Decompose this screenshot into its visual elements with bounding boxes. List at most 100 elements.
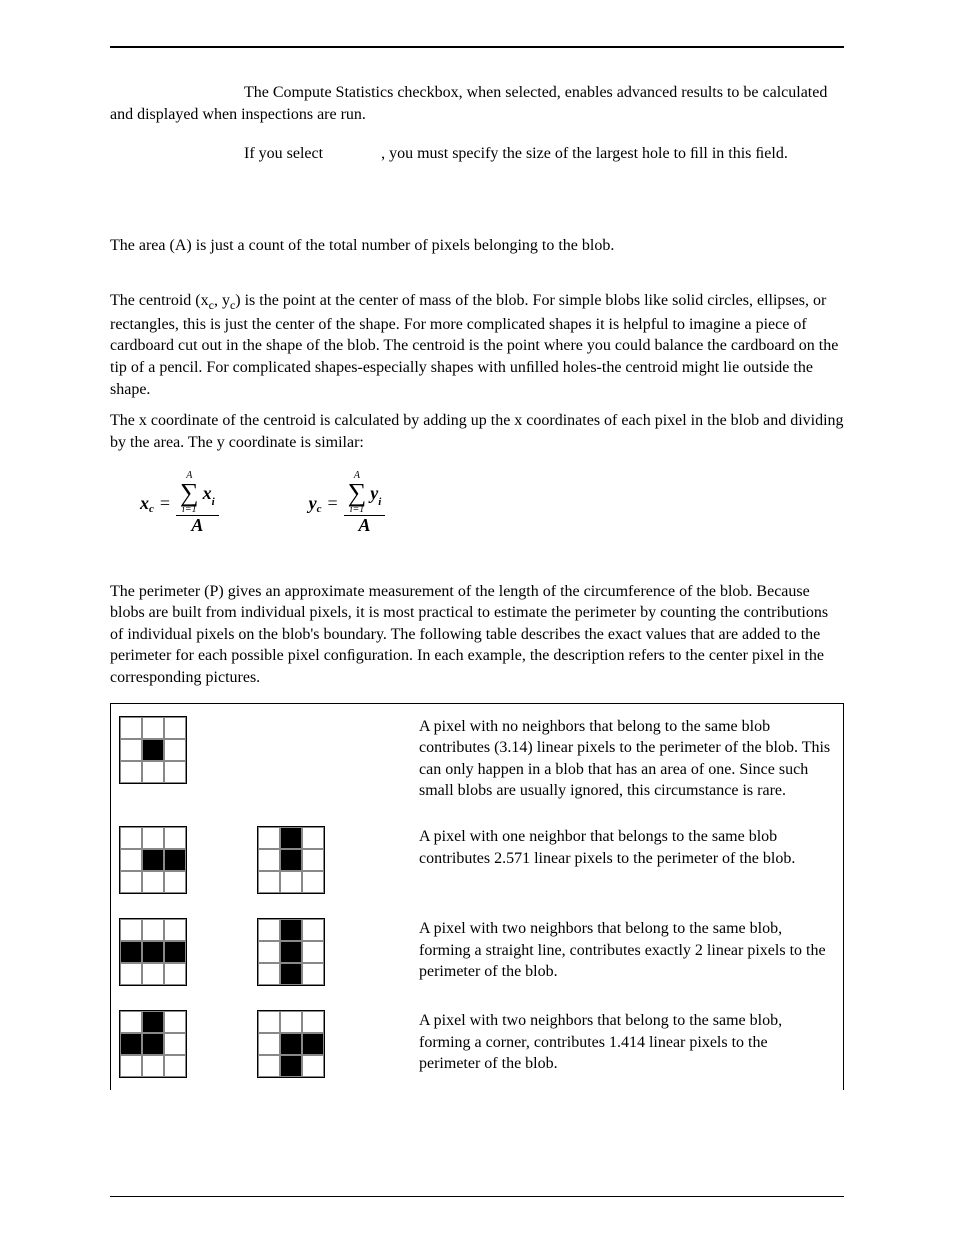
pixel-empty <box>120 919 142 941</box>
pixel-empty <box>258 963 280 985</box>
pixel-grid <box>119 918 187 986</box>
pixel-empty <box>258 871 280 893</box>
row-description: A pixel with two neighbors that belong t… <box>419 1010 835 1075</box>
pixel-empty <box>120 1011 142 1033</box>
eq-xi: x <box>203 483 212 503</box>
pixel-empty <box>258 1055 280 1077</box>
pixel-empty <box>164 761 186 783</box>
table-row: A pixel with two neighbors that belong t… <box>111 998 843 1090</box>
pixel-empty <box>302 871 324 893</box>
intro-paragraph-1: The Compute Statistics checkbox, when se… <box>110 82 844 125</box>
pixel-grid <box>119 1010 187 1078</box>
eq-sum-bot2: i=1 <box>350 505 365 515</box>
pixel-empty <box>280 871 302 893</box>
pixel-empty <box>142 963 164 985</box>
pixel-empty <box>258 849 280 871</box>
pixel-grid <box>257 918 325 986</box>
pixel-grid <box>119 716 187 784</box>
table-row: A pixel with two neighbors that belong t… <box>111 906 843 998</box>
pixel-empty <box>258 941 280 963</box>
pixel-filled <box>142 1033 164 1055</box>
pixel-empty <box>142 827 164 849</box>
centroid-paragraph-1: The centroid (xc, yc) is the point at th… <box>110 290 844 400</box>
intro-p2b: , you must specify the size of the large… <box>381 145 788 162</box>
pixel-empty <box>302 963 324 985</box>
pixel-filled <box>120 1033 142 1055</box>
pixel-empty <box>142 1055 164 1077</box>
eq-den-a: A <box>187 516 207 535</box>
perimeter-paragraph: The perimeter (P) gives an approximate m… <box>110 581 844 689</box>
pixel-empty <box>120 761 142 783</box>
eq-xc-sub: c <box>149 502 154 517</box>
pixel-empty <box>302 919 324 941</box>
pixel-empty <box>280 1011 302 1033</box>
perimeter-table: A pixel with no neighbors that belong to… <box>110 703 844 1090</box>
pixel-empty <box>164 871 186 893</box>
pixel-empty <box>164 963 186 985</box>
intro-p1-text: The Compute Statistics checkbox, when se… <box>110 84 827 123</box>
pixel-empty <box>142 761 164 783</box>
eq-yi-sub: i <box>378 496 381 508</box>
row-description: A pixel with two neighbors that belong t… <box>419 918 835 983</box>
pixel-filled <box>142 849 164 871</box>
pixel-empty <box>120 717 142 739</box>
grid-cell <box>119 1010 419 1078</box>
eq-yc-sub: c <box>317 502 322 517</box>
pixel-filled <box>120 941 142 963</box>
pixel-empty <box>302 849 324 871</box>
table-row: A pixel with no neighbors that belong to… <box>111 704 843 814</box>
eq-xi-sub: i <box>212 496 215 508</box>
pixel-empty <box>258 827 280 849</box>
pixel-empty <box>164 827 186 849</box>
row-description: A pixel with no neighbors that belong to… <box>419 716 835 802</box>
pixel-filled <box>280 941 302 963</box>
eq-yc: yc = A ∑ i=1 yi A <box>309 471 386 534</box>
eq-sum-bot: i=1 <box>182 505 197 515</box>
pixel-filled <box>280 1055 302 1077</box>
row-description: A pixel with one neighbor that belongs t… <box>419 826 835 869</box>
grid-cell <box>119 716 419 784</box>
pixel-filled <box>280 849 302 871</box>
pixel-empty <box>164 919 186 941</box>
pixel-empty <box>164 1033 186 1055</box>
pixel-empty <box>258 1033 280 1055</box>
pixel-empty <box>142 717 164 739</box>
intro-p2a: If you select <box>244 145 327 162</box>
pixel-grid <box>257 826 325 894</box>
pixel-filled <box>142 1011 164 1033</box>
grid-cell <box>119 826 419 894</box>
eq-xc: xc = A ∑ i=1 xi A <box>140 471 219 534</box>
pixel-grid <box>119 826 187 894</box>
pixel-grid <box>257 1010 325 1078</box>
pixel-filled <box>164 849 186 871</box>
centroid-paragraph-2: The x coordinate of the centroid is calc… <box>110 410 844 453</box>
eq-den-a2: A <box>355 516 375 535</box>
pixel-empty <box>302 941 324 963</box>
pixel-empty <box>120 871 142 893</box>
pixel-filled <box>280 827 302 849</box>
pixel-empty <box>164 1011 186 1033</box>
pixel-empty <box>302 1011 324 1033</box>
document-page: The Compute Statistics checkbox, when se… <box>0 0 954 1235</box>
pixel-empty <box>120 963 142 985</box>
eq-xc-x: x <box>140 491 149 515</box>
pixel-empty <box>302 827 324 849</box>
pixel-empty <box>258 1011 280 1033</box>
pixel-filled <box>280 963 302 985</box>
pixel-empty <box>120 1055 142 1077</box>
footer-rule <box>110 1196 844 1197</box>
area-paragraph: The area (A) is just a count of the tota… <box>110 235 844 257</box>
intro-paragraph-2: If you select , you must specify the siz… <box>110 143 844 165</box>
pixel-filled <box>280 919 302 941</box>
pixel-empty <box>164 1055 186 1077</box>
pixel-filled <box>164 941 186 963</box>
table-row: A pixel with one neighbor that belongs t… <box>111 814 843 906</box>
pixel-empty <box>258 919 280 941</box>
pixel-filled <box>142 941 164 963</box>
pixel-filled <box>142 739 164 761</box>
pixel-empty <box>142 871 164 893</box>
pixel-empty <box>164 739 186 761</box>
pixel-filled <box>280 1033 302 1055</box>
pixel-filled <box>302 1033 324 1055</box>
pixel-empty <box>302 1055 324 1077</box>
